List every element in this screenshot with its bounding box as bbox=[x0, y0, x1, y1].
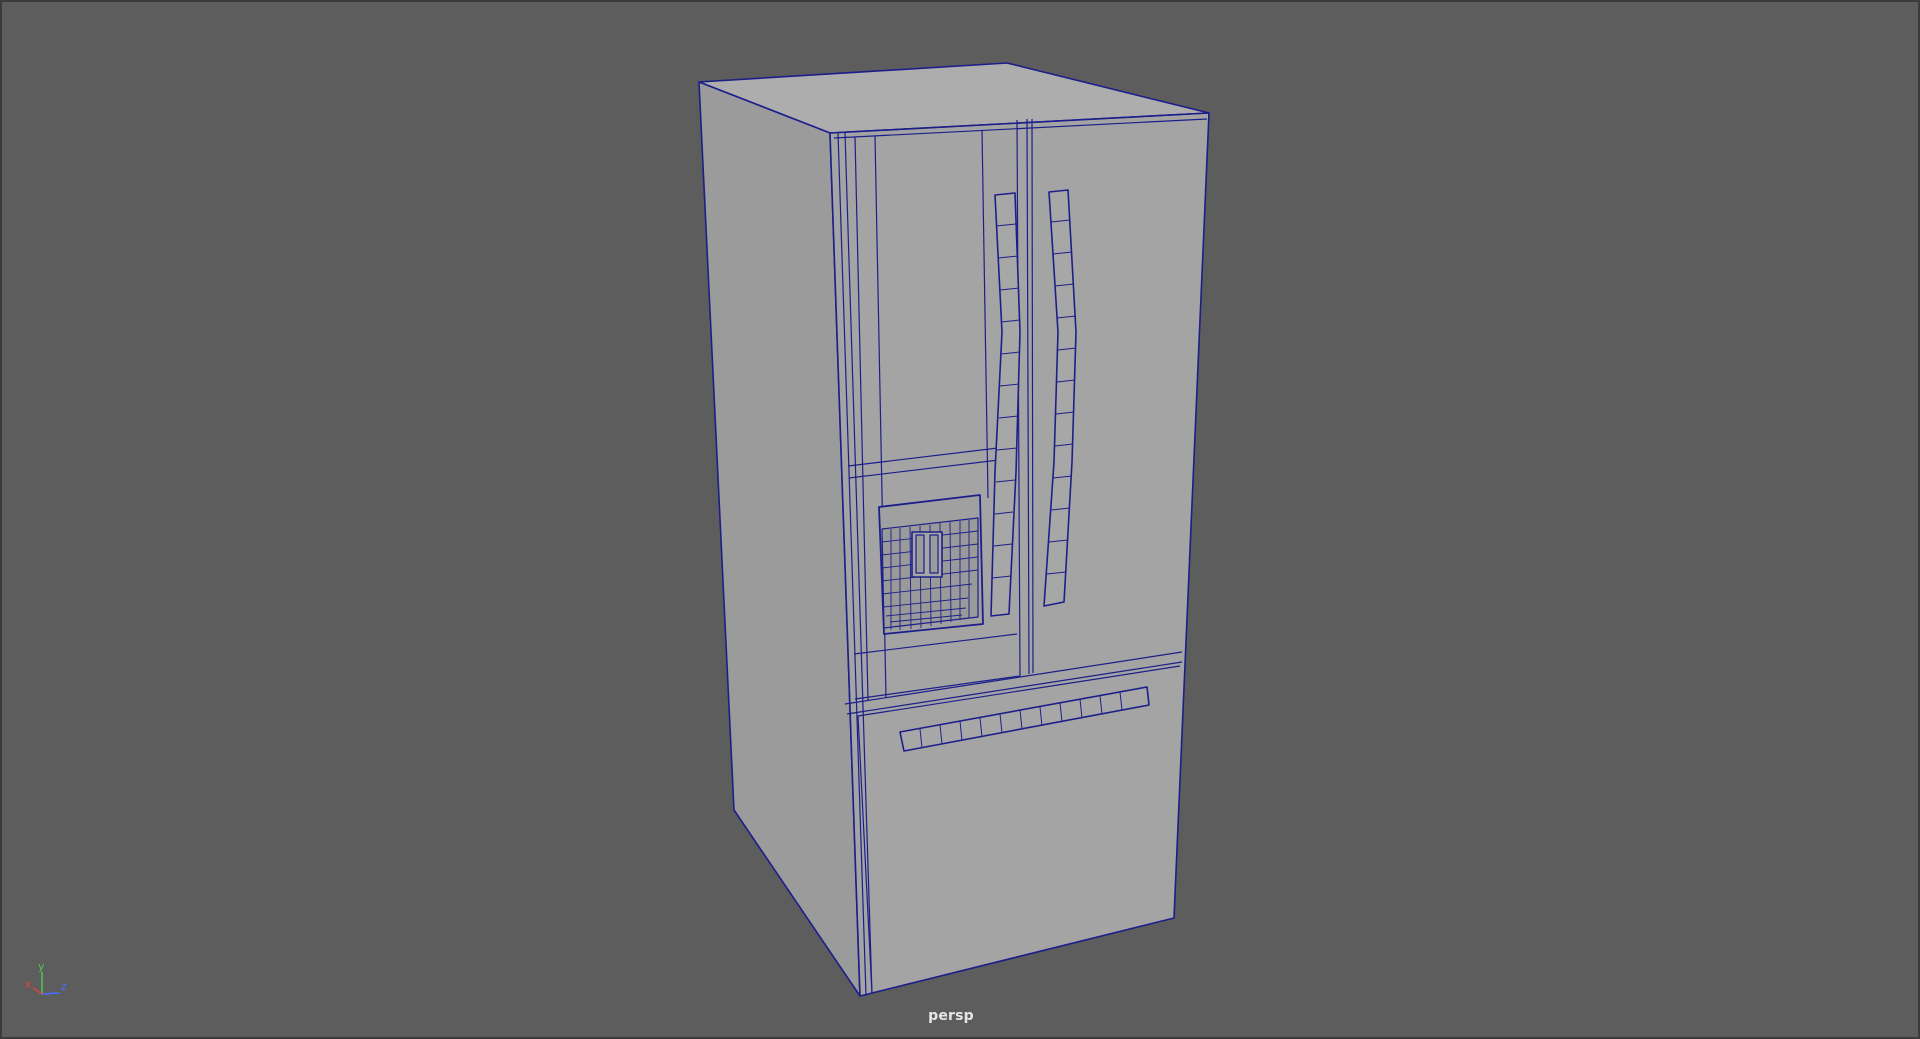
z-axis-label: z bbox=[61, 980, 67, 993]
y-axis-label: y bbox=[38, 962, 45, 973]
maya-perspective-viewport[interactable]: persp y z x bbox=[0, 0, 1920, 1039]
dispenser-paddle-inner-2 bbox=[929, 534, 939, 574]
x-axis-label: x bbox=[25, 978, 32, 991]
scene-canvas[interactable] bbox=[2, 2, 1918, 1037]
x-axis-line bbox=[32, 987, 43, 995]
camera-name-label: persp bbox=[928, 1008, 974, 1024]
z-axis-line bbox=[41, 992, 61, 995]
view-axis-gizmo: y z x bbox=[25, 962, 67, 995]
dispenser-paddle-inner bbox=[915, 534, 925, 574]
refrigerator-mesh[interactable] bbox=[698, 62, 1210, 997]
